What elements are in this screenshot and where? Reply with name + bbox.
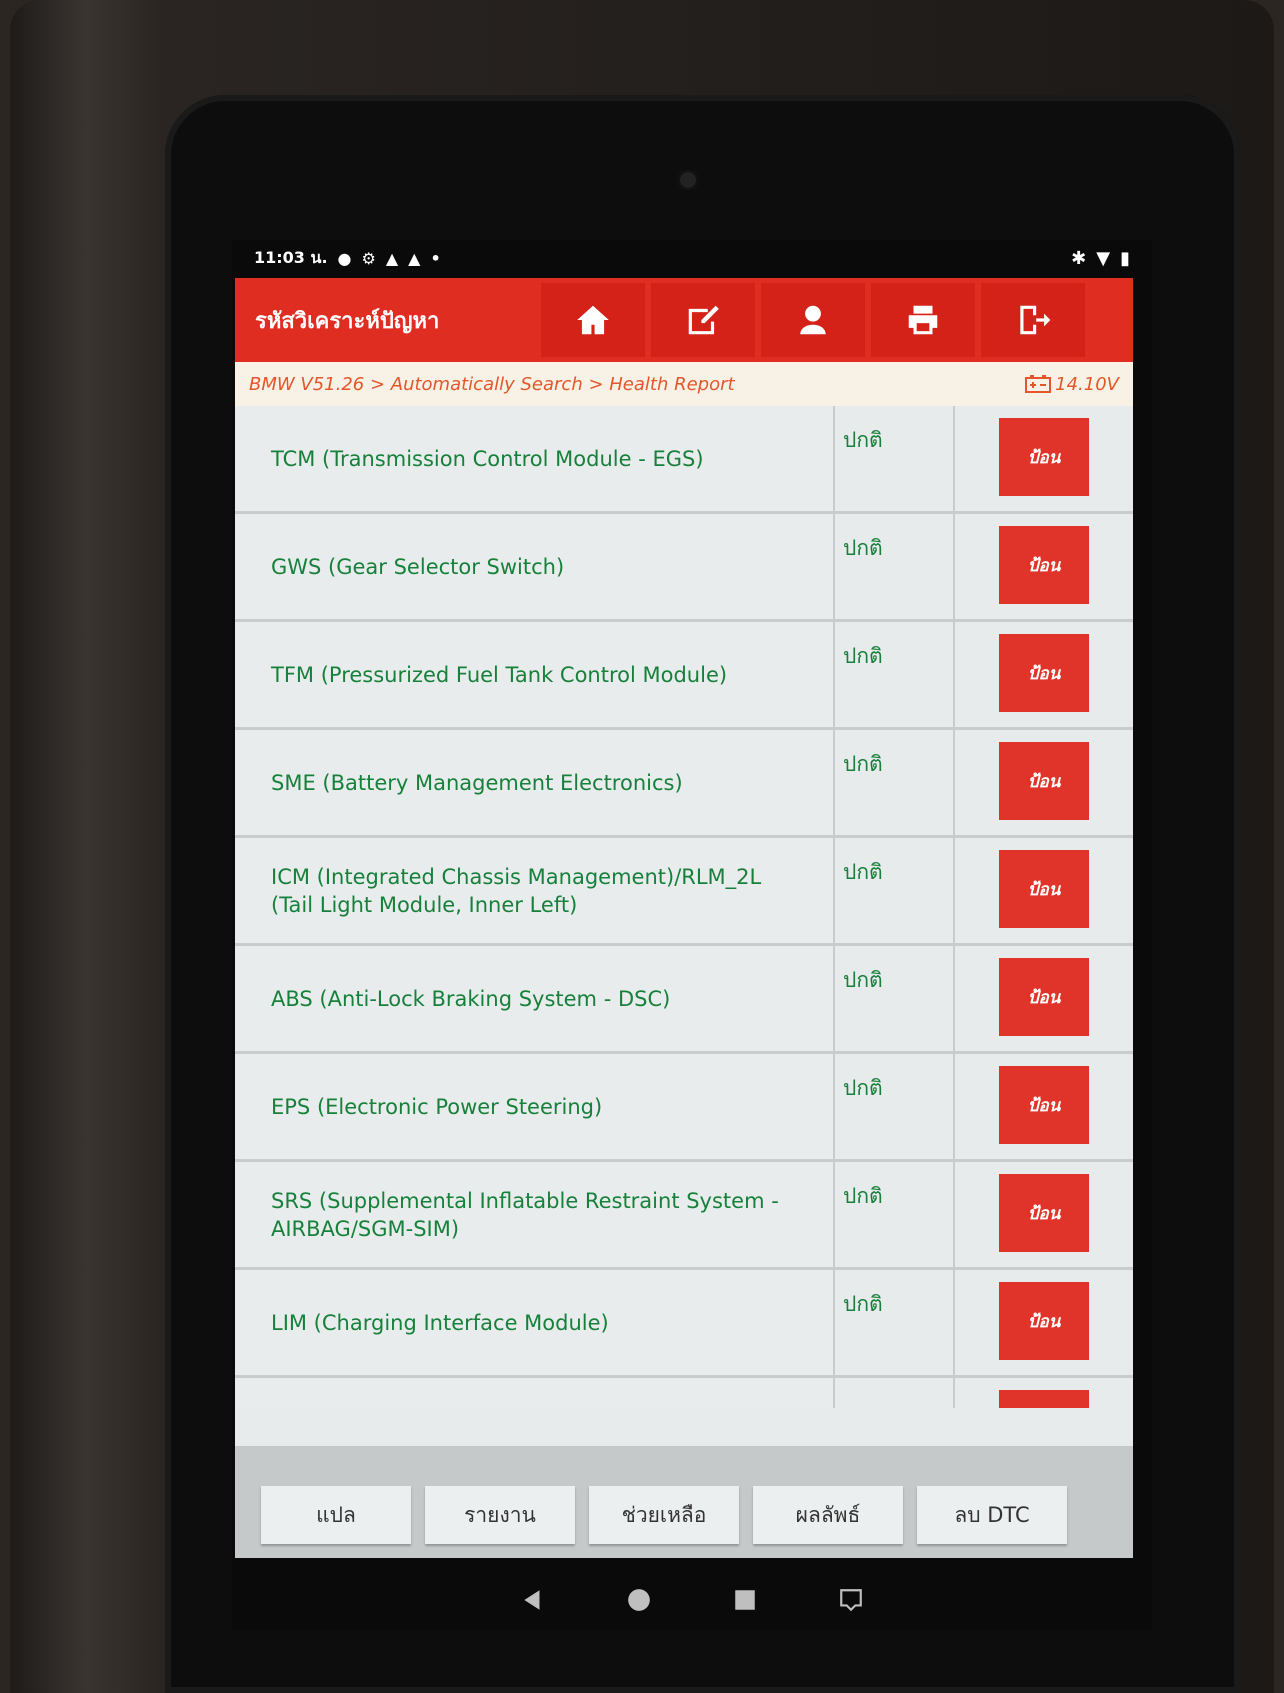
- page-title: รหัสวิเคราะห์ปัญหา: [255, 308, 440, 334]
- dot-icon: •: [430, 248, 441, 268]
- clock: 11:03 น.: [254, 247, 328, 267]
- table-row: ICM (Integrated Chassis Management)/RLM_…: [235, 838, 1133, 946]
- screenshot-icon[interactable]: [838, 1587, 864, 1613]
- table-row: [235, 1378, 1133, 1408]
- print-icon: [908, 305, 938, 335]
- user-icon: [800, 305, 826, 335]
- module-status: ปกติ: [835, 1162, 955, 1267]
- module-status: ปกติ: [835, 1054, 955, 1159]
- enter-button[interactable]: ป้อน: [999, 958, 1089, 1036]
- home-button[interactable]: [541, 283, 645, 357]
- print-button[interactable]: [871, 283, 975, 357]
- table-row: GWS (Gear Selector Switch) ปกติ ป้อน: [235, 514, 1133, 622]
- wifi-icon: ▼: [1096, 247, 1111, 269]
- module-name: TFM (Pressurized Fuel Tank Control Modul…: [235, 622, 835, 727]
- footer-toolbar: แปล รายงาน ช่วยเหลือ ผลลัพธ์ ลบ DTC: [235, 1446, 1133, 1558]
- module-name: GWS (Gear Selector Switch): [235, 514, 835, 619]
- exit-icon: [1020, 305, 1051, 335]
- enter-button[interactable]: ป้อน: [999, 526, 1089, 604]
- report-button[interactable]: รายงาน: [425, 1486, 575, 1544]
- module-name: ICM (Integrated Chassis Management)/RLM_…: [235, 838, 835, 943]
- enter-button[interactable]: ป้อน: [999, 742, 1089, 820]
- voltage-value: 14.10V: [1055, 373, 1119, 395]
- status-bar: 11:03 น. ● ⚙ ▲ ▲ • ✱ ▼ ▮: [232, 240, 1152, 276]
- table-row: SME (Battery Management Electronics) ปกต…: [235, 730, 1133, 838]
- module-status: ปกติ: [835, 838, 955, 943]
- enter-button[interactable]: [999, 1390, 1089, 1408]
- back-icon[interactable]: [520, 1587, 546, 1613]
- voltage-indicator: 14.10V: [1025, 374, 1119, 395]
- module-list: TCM (Transmission Control Module - EGS) …: [235, 406, 1133, 1416]
- breadcrumb-path: BMW V51.26 > Automatically Search > Heal…: [249, 373, 735, 395]
- table-row: TFM (Pressurized Fuel Tank Control Modul…: [235, 622, 1133, 730]
- module-status: ปกติ: [835, 946, 955, 1051]
- table-row: SRS (Supplemental Inflatable Restraint S…: [235, 1162, 1133, 1270]
- home-nav-icon[interactable]: [626, 1587, 652, 1613]
- table-row: ABS (Anti-Lock Braking System - DSC) ปกต…: [235, 946, 1133, 1054]
- android-nav-bar: [232, 1570, 1152, 1630]
- notification-icon: ●: [337, 248, 352, 268]
- battery-icon: ▮: [1120, 247, 1130, 269]
- module-status: ปกติ: [835, 1270, 955, 1375]
- enter-button[interactable]: ป้อน: [999, 418, 1089, 496]
- edit-button[interactable]: [651, 283, 755, 357]
- warning-icon: ▲: [385, 248, 399, 268]
- enter-button[interactable]: ป้อน: [999, 1174, 1089, 1252]
- edit-icon: [688, 305, 719, 335]
- app-header: รหัสวิเคราะห์ปัญหา: [235, 278, 1133, 362]
- app-window: รหัสวิเคราะห์ปัญหา BMW V51.26 > Automati…: [235, 278, 1133, 1558]
- table-row: TCM (Transmission Control Module - EGS) …: [235, 406, 1133, 514]
- translate-button[interactable]: แปล: [261, 1486, 411, 1544]
- module-status: ปกติ: [835, 514, 955, 619]
- module-status: ปกติ: [835, 622, 955, 727]
- battery-voltage-icon: [1025, 375, 1052, 393]
- table-row: EPS (Electronic Power Steering) ปกติ ป้อ…: [235, 1054, 1133, 1162]
- breadcrumb: BMW V51.26 > Automatically Search > Heal…: [235, 362, 1133, 406]
- settings-notification-icon: ⚙: [361, 248, 376, 268]
- enter-button[interactable]: ป้อน: [999, 634, 1089, 712]
- enter-button[interactable]: ป้อน: [999, 850, 1089, 928]
- enter-button[interactable]: ป้อน: [999, 1066, 1089, 1144]
- exit-button[interactable]: [981, 283, 1085, 357]
- module-name: ABS (Anti-Lock Braking System - DSC): [235, 946, 835, 1051]
- module-name: SRS (Supplemental Inflatable Restraint S…: [235, 1162, 835, 1267]
- home-icon: [577, 305, 609, 335]
- warning-icon: ▲: [408, 248, 421, 268]
- module-status: ปกติ: [835, 730, 955, 835]
- module-name: EPS (Electronic Power Steering): [235, 1054, 835, 1159]
- results-button[interactable]: ผลลัพธ์: [753, 1486, 903, 1544]
- module-name: LIM (Charging Interface Module): [235, 1270, 835, 1375]
- module-name: [235, 1378, 835, 1408]
- bluetooth-icon: ✱: [1071, 247, 1087, 269]
- module-status: ปกติ: [835, 406, 955, 511]
- clear-dtc-button[interactable]: ลบ DTC: [917, 1486, 1067, 1544]
- table-row: LIM (Charging Interface Module) ปกติ ป้อ…: [235, 1270, 1133, 1378]
- enter-button[interactable]: ป้อน: [999, 1282, 1089, 1360]
- user-button[interactable]: [761, 283, 865, 357]
- module-name: SME (Battery Management Electronics): [235, 730, 835, 835]
- help-button[interactable]: ช่วยเหลือ: [589, 1486, 739, 1544]
- module-name: TCM (Transmission Control Module - EGS): [235, 406, 835, 511]
- device-screen: 11:03 น. ● ⚙ ▲ ▲ • ✱ ▼ ▮ รหัสวิเคราะห์ปั…: [232, 240, 1152, 1630]
- recents-icon[interactable]: [732, 1587, 758, 1613]
- camera-icon: [680, 172, 696, 188]
- module-status: [835, 1378, 955, 1408]
